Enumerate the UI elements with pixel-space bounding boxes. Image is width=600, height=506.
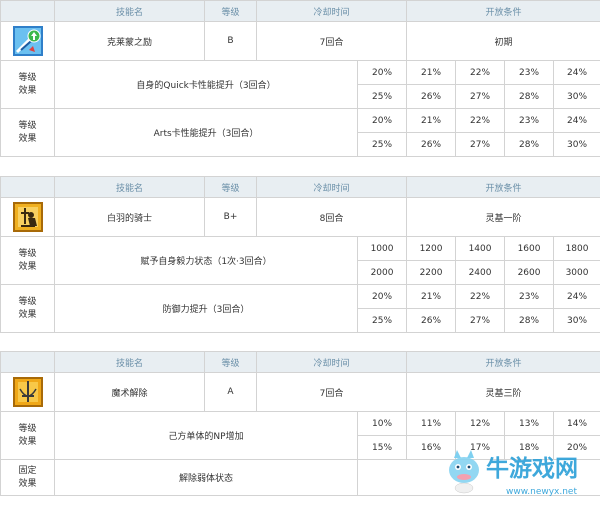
header-skill: 技能名 bbox=[54, 0, 205, 22]
watermark-name: 牛游戏网 bbox=[486, 455, 578, 482]
skill-icon-cell bbox=[0, 372, 55, 412]
effect-desc: Arts卡性能提升（3回合） bbox=[54, 108, 358, 157]
value-cell: 2600 bbox=[504, 260, 555, 285]
value-cell: 11% bbox=[406, 411, 457, 436]
value-cell: 22% bbox=[455, 60, 506, 85]
skill-unlock: 灵基一阶 bbox=[406, 197, 600, 237]
value-cell: 20% bbox=[356, 60, 408, 85]
effect-desc: 己方单体的NP增加 bbox=[54, 411, 358, 460]
value-cell: 25% bbox=[356, 84, 408, 109]
value-cell: 28% bbox=[504, 308, 555, 333]
value-cell: 3000 bbox=[553, 260, 600, 285]
header-blank bbox=[0, 0, 55, 22]
watermark-url: www.newyx.net bbox=[506, 487, 577, 497]
value-cell: 12% bbox=[455, 411, 506, 436]
skill-table-1: 技能名 等级 冷却时间 开放条件 克莱蒙之励 B 7回合 初期 等级 效果 自身的… bbox=[0, 0, 600, 157]
skill-cooldown: 7回合 bbox=[255, 372, 408, 412]
skill-cooldown: 8回合 bbox=[255, 197, 408, 237]
value-cell: 24% bbox=[553, 108, 600, 133]
value-cell: 30% bbox=[553, 132, 600, 157]
value-cell: 23% bbox=[504, 108, 555, 133]
skill-unlock: 初期 bbox=[406, 21, 600, 61]
value-cell: 1800 bbox=[553, 236, 600, 261]
value-cell: 15% bbox=[356, 435, 408, 460]
value-cell: 28% bbox=[504, 132, 555, 157]
header-blank bbox=[0, 351, 55, 373]
header-cooldown: 冷却时间 bbox=[255, 351, 408, 373]
value-cell: 1200 bbox=[406, 236, 457, 261]
value-cell: 2400 bbox=[455, 260, 506, 285]
effect-desc: 赋予自身毅力状态（1次·3回合） bbox=[54, 236, 358, 285]
header-skill: 技能名 bbox=[54, 176, 205, 198]
value-cell: 26% bbox=[406, 84, 457, 109]
value-cell: 21% bbox=[406, 284, 457, 309]
value-cell: 20% bbox=[356, 108, 408, 133]
skill-name: 白羽的骑士 bbox=[54, 197, 205, 237]
value-cell: 21% bbox=[406, 108, 457, 133]
value-cell: 1600 bbox=[504, 236, 555, 261]
effect-label: 等级 效果 bbox=[0, 411, 55, 460]
value-cell: 2000 bbox=[356, 260, 408, 285]
value-cell: 27% bbox=[455, 132, 506, 157]
effect-label: 等级 效果 bbox=[0, 284, 55, 333]
value-cell: 30% bbox=[553, 308, 600, 333]
header-cooldown: 冷却时间 bbox=[255, 0, 408, 22]
watermark: 牛游戏网 www.newyx.net bbox=[449, 450, 578, 497]
value-cell: 10% bbox=[356, 411, 408, 436]
header-skill: 技能名 bbox=[54, 351, 205, 373]
value-cell: 14% bbox=[553, 411, 600, 436]
fixed-effect-label: 固定 效果 bbox=[0, 459, 55, 496]
effect-label: 等级 效果 bbox=[0, 108, 55, 157]
skill-icon-cell bbox=[0, 197, 55, 237]
mascot-icon bbox=[449, 450, 479, 494]
header-blank bbox=[0, 176, 55, 198]
header-unlock: 开放条件 bbox=[406, 351, 600, 373]
value-cell: 24% bbox=[553, 284, 600, 309]
value-cell: 20% bbox=[356, 284, 408, 309]
skill-name: 魔术解除 bbox=[54, 372, 205, 412]
header-cooldown: 冷却时间 bbox=[255, 176, 408, 198]
value-cell: 27% bbox=[455, 308, 506, 333]
skill-name: 克莱蒙之励 bbox=[54, 21, 205, 61]
value-cell: 24% bbox=[553, 60, 600, 85]
value-cell: 28% bbox=[504, 84, 555, 109]
sword-icon bbox=[12, 377, 43, 407]
value-cell: 27% bbox=[455, 84, 506, 109]
effect-desc: 自身的Quick卡性能提升（3回合） bbox=[54, 60, 358, 109]
header-rank: 等级 bbox=[204, 0, 257, 22]
value-cell: 1000 bbox=[356, 236, 408, 261]
skill-table-2: 技能名 等级 冷却时间 开放条件 白羽的骑士 B+ 8回合 灵基一阶 等级 效果 … bbox=[0, 176, 600, 333]
skill-rank: B bbox=[204, 21, 257, 61]
effect-label: 等级 效果 bbox=[0, 60, 55, 109]
guts-icon bbox=[12, 202, 43, 232]
value-cell: 21% bbox=[406, 60, 457, 85]
value-cell: 23% bbox=[504, 60, 555, 85]
value-cell: 22% bbox=[455, 284, 506, 309]
fixed-effect-desc: 解除弱体状态 bbox=[54, 459, 358, 496]
skill-rank: B+ bbox=[204, 197, 257, 237]
header-unlock: 开放条件 bbox=[406, 0, 600, 22]
skill-cooldown: 7回合 bbox=[255, 21, 408, 61]
value-cell: 22% bbox=[455, 108, 506, 133]
value-cell: 30% bbox=[553, 84, 600, 109]
value-cell: 25% bbox=[356, 132, 408, 157]
effect-label: 等级 效果 bbox=[0, 236, 55, 285]
header-rank: 等级 bbox=[204, 351, 257, 373]
header-unlock: 开放条件 bbox=[406, 176, 600, 198]
value-cell: 13% bbox=[504, 411, 555, 436]
skill-icon-cell bbox=[0, 21, 55, 61]
value-cell: 26% bbox=[406, 132, 457, 157]
value-cell: 23% bbox=[504, 284, 555, 309]
value-cell: 2200 bbox=[406, 260, 457, 285]
value-cell: 1400 bbox=[455, 236, 506, 261]
header-rank: 等级 bbox=[204, 176, 257, 198]
skill-unlock: 灵基三阶 bbox=[406, 372, 600, 412]
skill-rank: A bbox=[204, 372, 257, 412]
quick-up-icon bbox=[12, 26, 43, 56]
value-cell: 25% bbox=[356, 308, 408, 333]
effect-desc: 防御力提升（3回合） bbox=[54, 284, 358, 333]
value-cell: 26% bbox=[406, 308, 457, 333]
